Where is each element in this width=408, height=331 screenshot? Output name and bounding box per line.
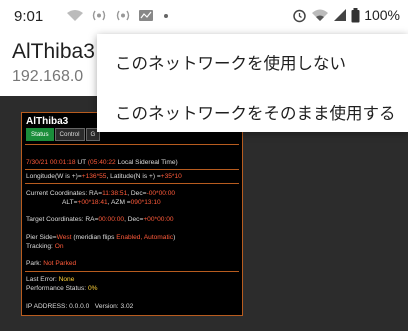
meridian-flips-value: Enabled, Automatic (116, 234, 174, 241)
current-ra-value: 11:38:51 (102, 190, 128, 197)
lst-label: Local Sidereal Time) (117, 159, 178, 166)
broadcast-icon (90, 9, 108, 22)
target-ra-value: 00:00:00 (98, 216, 125, 223)
divider (25, 183, 239, 184)
longitude-value: +136*55 (81, 173, 107, 180)
battery-percent: 100% (364, 7, 400, 23)
battery-icon (351, 7, 360, 23)
dot-icon (162, 9, 170, 22)
panel-tabs: Status Control G (26, 128, 101, 142)
lst-value: (05:40:22 (87, 159, 116, 166)
menu-item-keep-using-network[interactable]: このネットワークをそのまま使用する (115, 100, 396, 124)
alt-label: ALT= (62, 199, 78, 206)
panel-title: AlThiba3 (26, 116, 69, 127)
current-dec-label: , Dec= (127, 190, 147, 197)
version-label: Version: 3.02 (94, 303, 134, 310)
tracking-label: Tracking: (26, 243, 53, 250)
latitude-value: +35*10 (160, 173, 182, 180)
current-coords-line: Current Coordinates: RA=11:38:51, Dec=-0… (26, 190, 175, 198)
park-line: Park: Not Parked (26, 260, 76, 268)
pier-side-label: Pier Side= (26, 234, 57, 241)
app-icon (138, 9, 156, 22)
tracking-line: Tracking: On (26, 243, 64, 251)
status-time: 9:01 (14, 8, 44, 25)
status-bar: 9:01 100% (0, 0, 408, 30)
ip-address: IP ADDRESS: 0.0.0.0 (26, 303, 90, 310)
network-popup-menu: このネットワークを使用しない このネットワークをそのまま使用する (97, 34, 408, 132)
ut-label: UT (77, 159, 87, 166)
target-dec-value: +00*00:00 (143, 216, 174, 223)
performance-line: Performance Status: 0% (26, 285, 97, 293)
cell-signal-icon (333, 8, 347, 22)
wifi-icon (66, 9, 84, 22)
location-line: Longitude(W is +)=+136*55, Latitude(N is… (26, 173, 182, 181)
alarm-icon (292, 8, 307, 23)
target-coords-line: Target Coordinates: RA=00:00:00, Dec=+00… (26, 216, 174, 224)
ip-version-line: IP ADDRESS: 0.0.0.0 Version: 3.02 (26, 303, 133, 311)
notification-icons (66, 9, 170, 22)
target-coords-label: Target Coordinates: RA= (26, 216, 99, 223)
longitude-label: Longitude(W is +)= (26, 173, 82, 180)
date-time-line: 7/30/21 00:01:18 UT (05:40:22 Local Side… (26, 159, 178, 167)
tab-status[interactable]: Status (26, 128, 54, 142)
divider (25, 271, 239, 272)
meridian-flips-close: ) (173, 234, 176, 241)
park-value: Not Parked (43, 260, 77, 267)
broadcast-icon (114, 9, 132, 22)
page-url: 192.168.0 (12, 68, 84, 85)
pier-side-line: Pier Side=West (meridian flips Enabled, … (26, 234, 175, 242)
last-error-label: Last Error: (26, 276, 57, 283)
tracking-value: On (54, 243, 64, 250)
telescope-status-panel: AlThiba3 Status Control G 7/30/21 00:01:… (21, 112, 243, 316)
page-title: AlThiba3 (12, 40, 95, 63)
park-label: Park: (26, 260, 42, 267)
date-time-value: 7/30/21 00:01:18 (26, 159, 76, 166)
alt-value: +00*18:41 (77, 199, 108, 206)
current-coords-label: Current Coordinates: RA= (26, 190, 103, 197)
alt-azm-line: ALT=+00*18:41, AZM =090*13:10 (26, 199, 161, 207)
menu-item-dont-use-network[interactable]: このネットワークを使用しない (115, 50, 346, 74)
system-icons: 100% (292, 7, 400, 23)
meridian-flips-label: (meridian flips (73, 234, 115, 241)
current-dec-value: -00*00:00 (146, 190, 176, 197)
wifi-signal-icon (311, 8, 329, 22)
target-dec-label: , Dec= (124, 216, 144, 223)
performance-value: 0% (87, 285, 98, 292)
azm-label: , AZM = (107, 199, 131, 206)
last-error-value: None (58, 276, 75, 283)
azm-value: 090*13:10 (130, 199, 161, 206)
divider (25, 169, 239, 170)
divider (25, 144, 239, 145)
performance-label: Performance Status: (26, 285, 87, 292)
last-error-line: Last Error: None (26, 276, 74, 284)
tab-control[interactable]: Control (54, 128, 85, 142)
pier-side-value: West (56, 234, 72, 241)
latitude-label: , Latitude(N is +) = (106, 173, 161, 180)
